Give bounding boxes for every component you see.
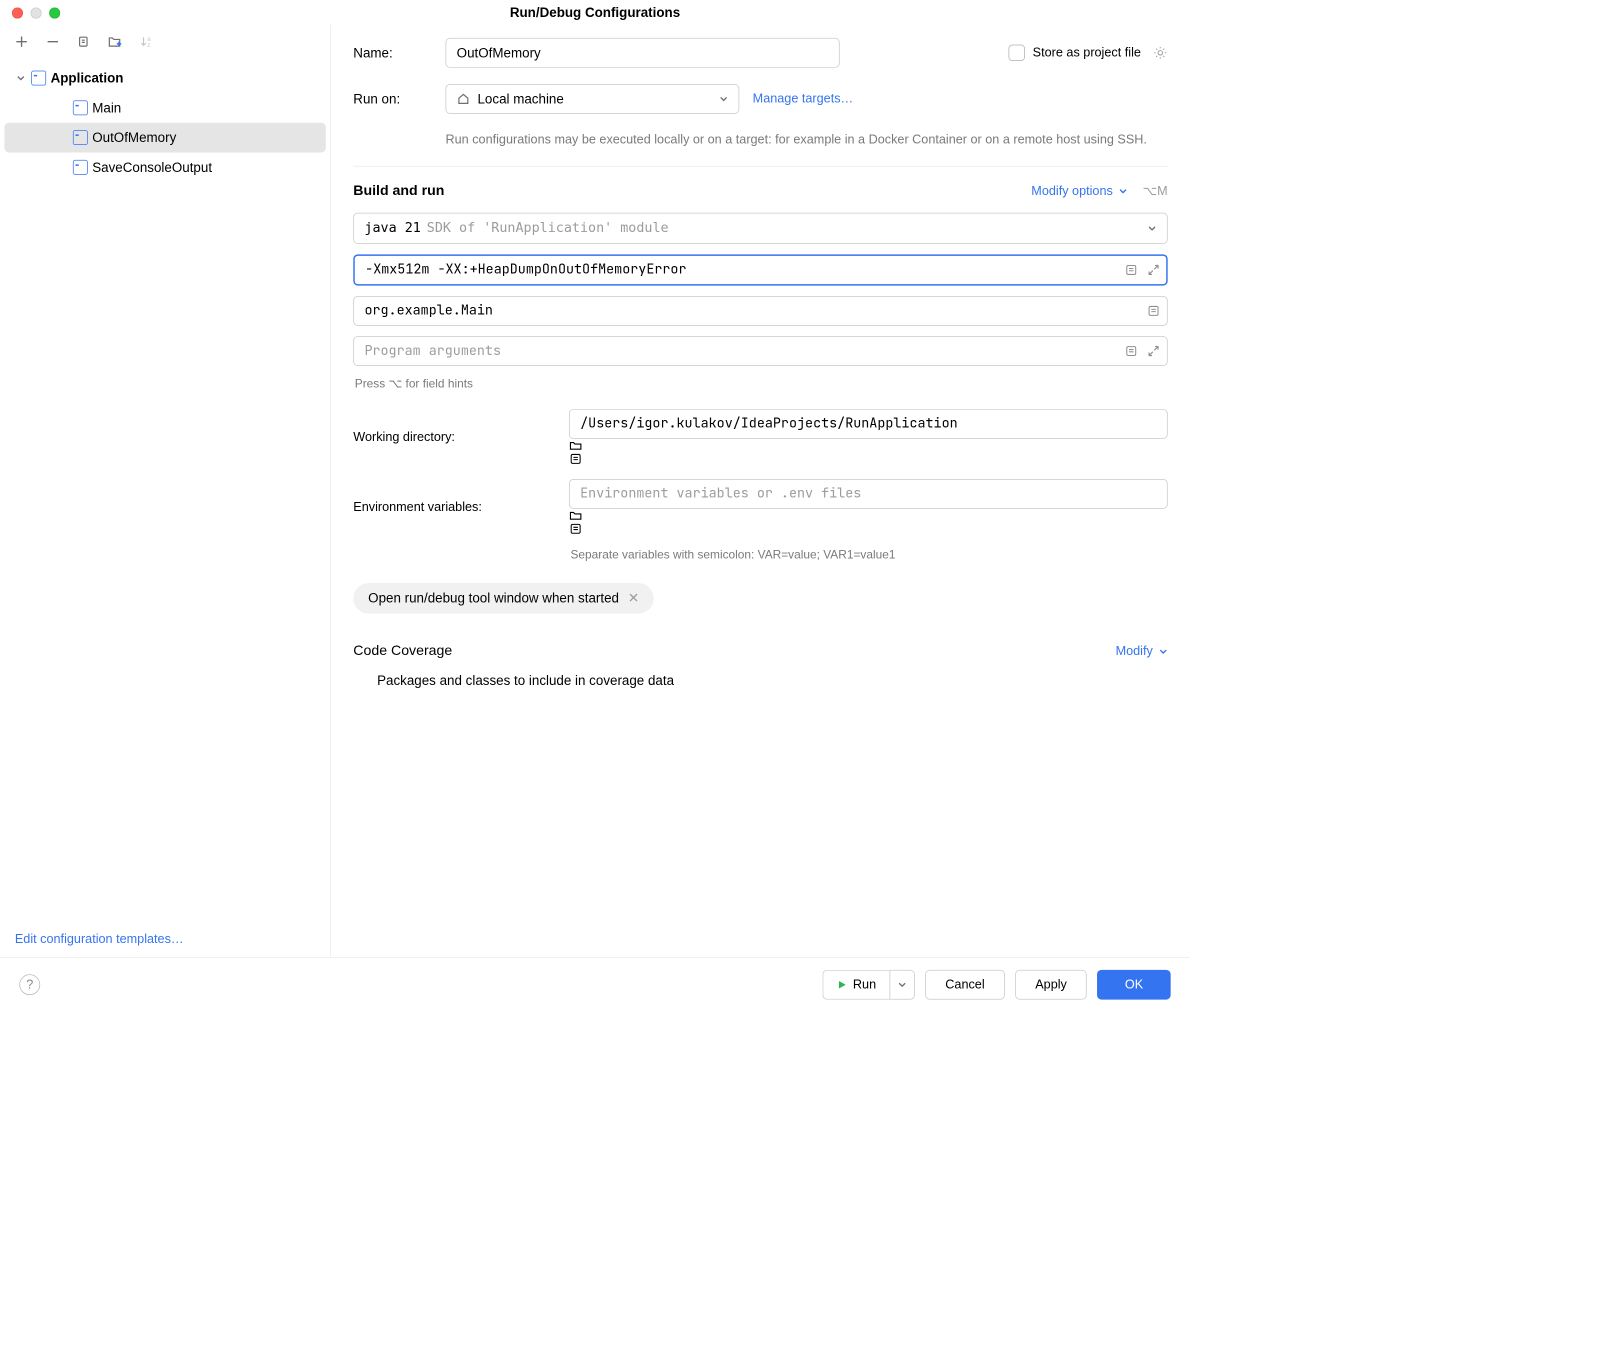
vm-options-input[interactable] <box>353 254 1167 285</box>
expand-icon[interactable] <box>1147 263 1160 276</box>
home-icon <box>457 92 470 105</box>
expand-history-icon[interactable] <box>1125 263 1138 276</box>
code-coverage-title: Code Coverage <box>353 643 452 659</box>
application-icon <box>73 160 88 175</box>
run-options-button[interactable] <box>890 970 915 1000</box>
tree-item-label: Main <box>92 100 121 116</box>
folder-icon[interactable] <box>569 438 1168 451</box>
copy-config-icon[interactable] <box>76 33 92 49</box>
application-icon <box>73 100 88 115</box>
tree-group-label: Application <box>51 70 124 86</box>
main-panel: Name: Store as project file Run on: Loca <box>331 25 1190 958</box>
sdk-select[interactable]: java 21 SDK of 'RunApplication' module <box>353 212 1167 243</box>
apply-button[interactable]: Apply <box>1015 970 1087 1000</box>
working-dir-label: Working directory: <box>353 430 554 445</box>
tree-item-main[interactable]: Main <box>0 93 330 123</box>
chevron-down-icon <box>1159 647 1168 656</box>
modify-shortcut: ⌥M <box>1143 183 1168 198</box>
chip-label: Open run/debug tool window when started <box>368 590 619 606</box>
tree-item-label: OutOfMemory <box>92 130 176 146</box>
dialog-footer: ? Run Cancel Apply OK <box>0 957 1190 1011</box>
help-icon[interactable]: ? <box>19 974 40 995</box>
titlebar: Run/Debug Configurations <box>0 0 1190 25</box>
edit-templates-link[interactable]: Edit configuration templates… <box>15 932 184 946</box>
remove-config-icon[interactable] <box>45 33 61 49</box>
expand-history-icon[interactable] <box>569 452 1168 465</box>
ok-button[interactable]: OK <box>1097 970 1170 1000</box>
play-icon <box>837 980 847 990</box>
add-config-icon[interactable] <box>13 33 29 49</box>
sdk-value: java 21 <box>364 220 420 236</box>
run-on-label: Run on: <box>353 91 432 107</box>
tree-item-outofmemory[interactable]: OutOfMemory <box>4 123 325 153</box>
coverage-desc: Packages and classes to include in cover… <box>377 673 1168 689</box>
field-hint: Press ⌥ for field hints <box>355 376 1168 391</box>
coverage-modify-link[interactable]: Modify <box>1116 644 1153 659</box>
tree-item-label: SaveConsoleOutput <box>92 160 212 176</box>
expand-icon[interactable] <box>1147 344 1160 357</box>
save-template-icon[interactable] <box>107 33 123 49</box>
cancel-button[interactable]: Cancel <box>925 970 1005 1000</box>
run-button-label: Run <box>853 977 876 992</box>
store-project-checkbox[interactable] <box>1009 45 1025 61</box>
store-project-label: Store as project file <box>1033 45 1141 60</box>
tree-group-application[interactable]: Application <box>0 63 330 93</box>
sidebar: az Application Main OutOfMemory <box>0 25 331 958</box>
env-input[interactable] <box>569 479 1168 509</box>
expand-history-icon[interactable] <box>1147 304 1160 317</box>
build-run-title: Build and run <box>353 183 444 199</box>
working-dir-input[interactable] <box>569 409 1168 439</box>
gear-icon[interactable] <box>1153 45 1168 60</box>
sdk-module: SDK of 'RunApplication' module <box>427 220 669 236</box>
chevron-down-icon <box>1119 186 1128 195</box>
folder-icon[interactable] <box>569 508 1168 521</box>
close-icon[interactable]: ✕ <box>628 590 639 606</box>
expand-history-icon[interactable] <box>1125 344 1138 357</box>
run-on-select[interactable]: Local machine <box>446 84 740 114</box>
run-on-help: Run configurations may be executed local… <box>446 130 1168 149</box>
env-help: Separate variables with semicolon: VAR=v… <box>570 549 1167 562</box>
modify-options-link[interactable]: Modify options <box>1031 183 1113 198</box>
expand-history-icon[interactable] <box>569 522 1168 535</box>
window-title: Run/Debug Configurations <box>0 5 1190 21</box>
run-button[interactable]: Run <box>822 970 889 1000</box>
svg-text:z: z <box>147 43 150 48</box>
name-input[interactable] <box>446 38 840 68</box>
tree-item-saveconsoleoutput[interactable]: SaveConsoleOutput <box>0 152 330 182</box>
chevron-down-icon <box>719 94 728 103</box>
run-on-value: Local machine <box>477 91 563 107</box>
manage-targets-link[interactable]: Manage targets… <box>753 91 854 106</box>
application-icon <box>73 130 88 145</box>
env-label: Environment variables: <box>353 499 554 514</box>
program-args-input[interactable] <box>353 336 1167 366</box>
chevron-down-icon <box>1148 223 1157 232</box>
main-class-input[interactable] <box>353 296 1167 326</box>
application-icon <box>31 71 46 86</box>
chevron-down-icon <box>16 74 26 83</box>
name-label: Name: <box>353 45 432 61</box>
open-tool-window-chip[interactable]: Open run/debug tool window when started … <box>353 583 654 613</box>
sort-icon: az <box>138 33 154 49</box>
